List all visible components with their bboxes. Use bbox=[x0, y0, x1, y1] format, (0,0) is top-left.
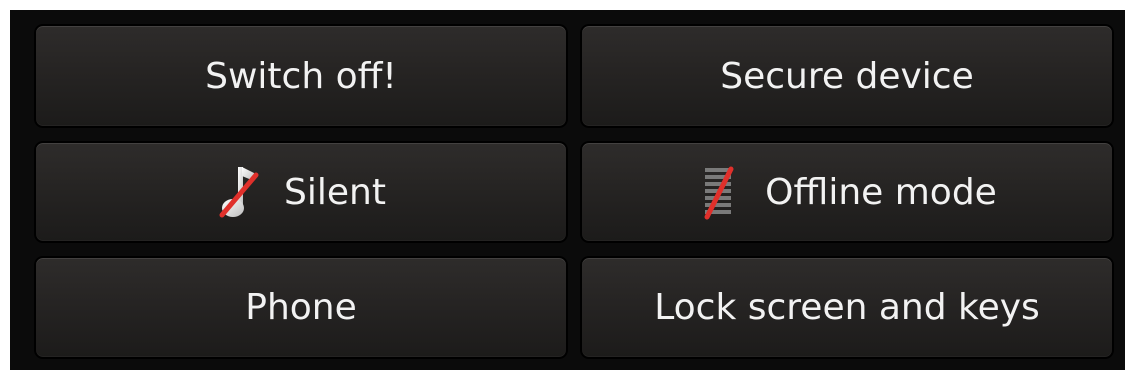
phone-button[interactable]: Phone bbox=[34, 256, 568, 359]
lock-screen-label: Lock screen and keys bbox=[654, 287, 1040, 328]
silent-button[interactable]: Silent bbox=[34, 141, 568, 243]
switch-off-label: Switch off! bbox=[205, 55, 397, 97]
secure-device-button[interactable]: Secure device bbox=[580, 24, 1114, 128]
offline-mode-label: Offline mode bbox=[765, 171, 997, 213]
power-menu: Switch off! Secure device Silent Offline… bbox=[10, 10, 1125, 370]
lock-screen-button[interactable]: Lock screen and keys bbox=[580, 256, 1114, 359]
silent-label: Silent bbox=[284, 171, 386, 213]
switch-off-button[interactable]: Switch off! bbox=[34, 24, 568, 128]
offline-mode-button[interactable]: Offline mode bbox=[580, 141, 1114, 243]
secure-device-label: Secure device bbox=[720, 55, 974, 97]
silent-profile-icon bbox=[216, 163, 260, 221]
offline-mode-icon bbox=[697, 163, 741, 221]
phone-label: Phone bbox=[245, 287, 357, 328]
